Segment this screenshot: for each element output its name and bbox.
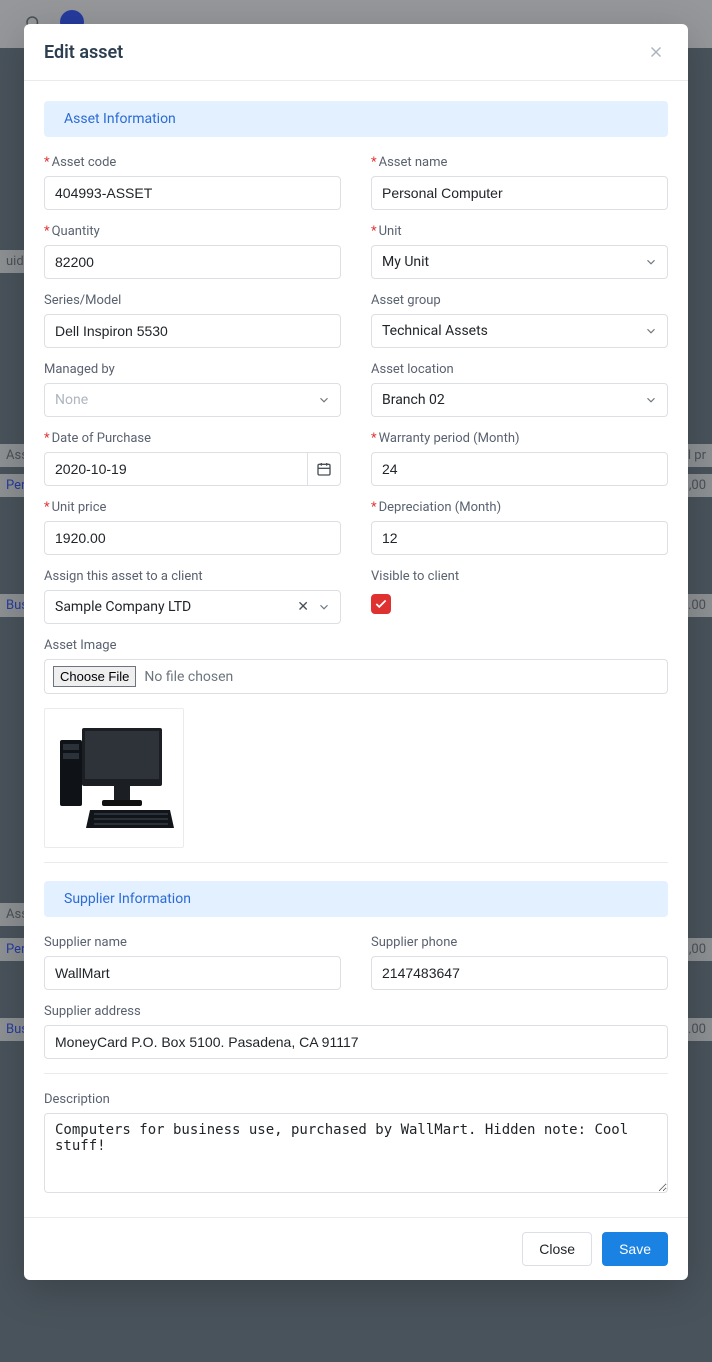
clear-icon[interactable]: ✕ xyxy=(297,599,309,615)
supplier-name-label: Supplier name xyxy=(44,935,341,950)
modal-body: Asset Information *Asset code *Asset nam… xyxy=(24,81,688,1217)
modal-title: Edit asset xyxy=(44,42,123,63)
depreciation-label: *Depreciation (Month) xyxy=(371,500,668,515)
chevron-down-icon xyxy=(317,600,331,614)
depreciation-input[interactable] xyxy=(371,521,668,555)
description-label: Description xyxy=(44,1092,668,1107)
section-divider xyxy=(44,1073,668,1074)
series-model-input[interactable] xyxy=(44,314,341,348)
supplier-phone-input[interactable] xyxy=(371,956,668,990)
assign-client-label: Assign this asset to a client xyxy=(44,569,341,584)
close-icon[interactable] xyxy=(644,40,668,64)
modal-footer: Close Save xyxy=(24,1217,688,1280)
computer-icon xyxy=(54,718,174,838)
asset-image-file-input[interactable]: Choose File No file chosen xyxy=(44,659,668,694)
asset-location-select[interactable]: Branch 02 xyxy=(371,383,668,417)
asset-name-input[interactable] xyxy=(371,176,668,210)
file-status-text: No file chosen xyxy=(144,669,233,685)
quantity-input[interactable] xyxy=(44,245,341,279)
visible-to-client-checkbox[interactable] xyxy=(371,594,391,614)
section-asset-information: Asset Information xyxy=(44,101,668,137)
supplier-address-input[interactable] xyxy=(44,1025,668,1059)
series-model-label: Series/Model xyxy=(44,293,341,308)
managed-by-label: Managed by xyxy=(44,362,341,377)
visible-to-client-label: Visible to client xyxy=(371,569,668,584)
warranty-period-label: *Warranty period (Month) xyxy=(371,431,668,446)
unit-price-label: *Unit price xyxy=(44,500,341,515)
date-of-purchase-input[interactable] xyxy=(44,452,307,486)
asset-code-input[interactable] xyxy=(44,176,341,210)
supplier-name-input[interactable] xyxy=(44,956,341,990)
unit-label: *Unit xyxy=(371,224,668,239)
asset-name-label: *Asset name xyxy=(371,155,668,170)
quantity-label: *Quantity xyxy=(44,224,341,239)
modal-header: Edit asset xyxy=(24,24,688,81)
save-button[interactable]: Save xyxy=(602,1232,668,1266)
choose-file-button[interactable]: Choose File xyxy=(53,666,136,687)
section-divider xyxy=(44,862,668,863)
asset-image-preview xyxy=(44,708,184,848)
warranty-period-input[interactable] xyxy=(371,452,668,486)
date-of-purchase-label: *Date of Purchase xyxy=(44,431,341,446)
unit-price-input[interactable] xyxy=(44,521,341,555)
managed-by-select[interactable]: None xyxy=(44,383,341,417)
asset-group-label: Asset group xyxy=(371,293,668,308)
close-button[interactable]: Close xyxy=(522,1232,592,1266)
asset-group-select[interactable]: Technical Assets xyxy=(371,314,668,348)
edit-asset-modal: Edit asset Asset Information *Asset code… xyxy=(24,24,688,1280)
supplier-phone-label: Supplier phone xyxy=(371,935,668,950)
supplier-address-label: Supplier address xyxy=(44,1004,668,1019)
section-supplier-information: Supplier Information xyxy=(44,881,668,917)
unit-select[interactable]: My Unit xyxy=(371,245,668,279)
description-textarea[interactable] xyxy=(44,1113,668,1193)
asset-image-label: Asset Image xyxy=(44,638,668,653)
calendar-icon[interactable] xyxy=(307,452,341,486)
asset-code-label: *Asset code xyxy=(44,155,341,170)
asset-location-label: Asset location xyxy=(371,362,668,377)
